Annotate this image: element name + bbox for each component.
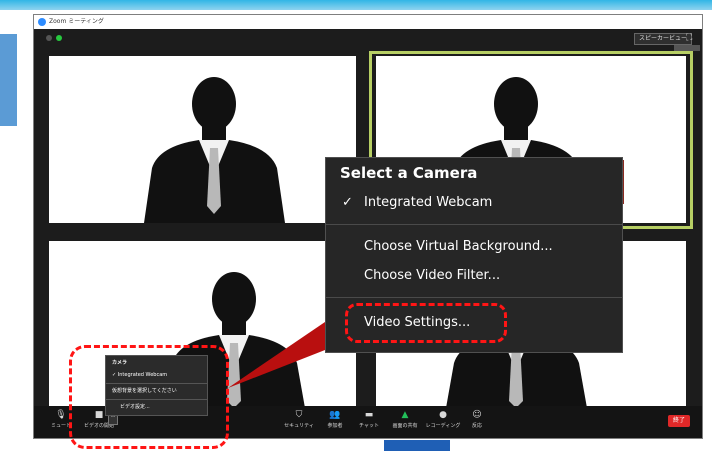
bottom-accent-bar — [384, 440, 450, 451]
integrated-webcam-item[interactable]: Integrated Webcam — [364, 194, 492, 212]
virtual-background-item[interactable]: Choose Virtual Background... — [364, 238, 553, 256]
camera-menu-title: Select a Camera — [340, 164, 478, 182]
menu-divider — [326, 224, 622, 225]
menu-divider — [326, 297, 622, 298]
video-settings-highlight — [345, 303, 507, 343]
check-icon: ✓ — [342, 195, 353, 210]
video-filter-item[interactable]: Choose Video Filter... — [364, 267, 500, 285]
video-options-highlight — [69, 345, 229, 449]
